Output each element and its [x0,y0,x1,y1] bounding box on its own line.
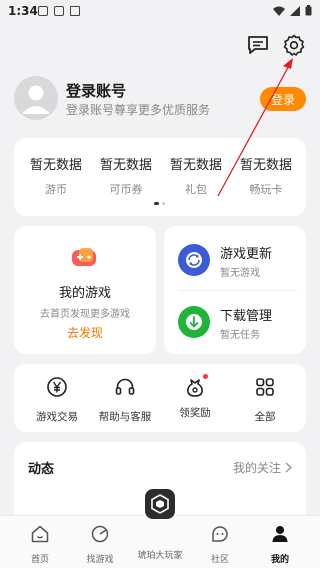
game-update-row[interactable]: 游戏更新 暂无游戏 [178,240,298,280]
stat-label: 游币 [45,183,67,196]
community-icon [212,526,228,542]
updates-card: 游戏更新 暂无游戏 下载管理 暂无任务 [164,226,306,354]
settings-gear-icon[interactable] [282,33,306,57]
my-games-subtitle: 去首页发现更多游戏 [40,309,130,320]
action-help-support[interactable]: 帮助与客服 [90,376,160,424]
battery-icon [305,5,312,16]
quick-actions-card: 游戏交易 帮助与客服 领奖励 全部 [14,364,306,432]
action-game-trade[interactable]: 游戏交易 [22,376,92,424]
stat-coupons[interactable]: 暂无数据 可币券 [86,154,166,197]
yen-circle-icon [47,377,67,397]
nav-home[interactable]: 首页 [8,524,72,565]
game-update-title: 游戏更新 [220,247,273,262]
stat-value: 暂无数据 [99,158,152,173]
nav-profile[interactable]: 我的 [248,524,312,565]
notification-dot [203,374,208,379]
login-title[interactable]: 登录账号 [66,80,126,101]
reward-icon-wrap [184,374,208,398]
nav-label: 找游戏 [86,555,114,565]
stat-coins[interactable]: 暂无数据 游币 [16,154,96,197]
game-update-subtitle: 暂无游戏 [220,268,260,279]
nav-amber-player[interactable]: 琥珀大玩家 [128,524,192,561]
nav-label: 琥珀大玩家 [137,551,183,561]
action-label: 游戏交易 [36,411,78,423]
action-rewards[interactable]: 领奖励 [160,374,230,420]
stat-value: 暂无数据 [239,158,292,173]
login-button[interactable]: 登录 [260,87,306,111]
action-label: 领奖励 [179,407,211,419]
notification-icon [38,6,48,16]
nav-find-games[interactable]: 找游戏 [68,524,132,565]
wallet-stats-card: 暂无数据 游币 暂无数据 可币券 暂无数据 礼包 暂无数据 畅玩卡 [14,138,306,216]
stat-play-cards[interactable]: 暂无数据 畅玩卡 [226,154,306,197]
feed-title: 动态 [28,462,55,477]
gamepad-icon [72,248,96,266]
divider [178,290,298,291]
nav-label: 我的 [270,555,289,565]
my-games-title: 我的游戏 [58,286,111,301]
stat-value: 暂无数据 [169,158,222,173]
home-icon [31,525,49,543]
nav-community[interactable]: 社区 [188,524,252,565]
profile-icon [272,526,288,542]
action-label: 帮助与客服 [98,411,152,423]
notification-icon [54,6,64,16]
amber-logo-icon[interactable] [145,489,175,519]
my-games-card[interactable]: 我的游戏 去首页发现更多游戏 去发现 [14,226,156,354]
nav-label: 首页 [30,555,49,565]
download-manager-row[interactable]: 下载管理 暂无任务 [178,302,298,342]
download-manager-title: 下载管理 [220,309,273,324]
my-follows-label: 我的关注 [232,461,281,475]
stat-label: 畅玩卡 [249,183,283,196]
refresh-icon [178,244,210,276]
headset-icon [115,378,135,395]
my-follows-link[interactable]: 我的关注 [233,459,292,476]
notification-icon [70,6,80,16]
download-manager-subtitle: 暂无任务 [220,330,260,341]
signal-icon [290,5,300,16]
find-game-icon [91,525,109,543]
wifi-icon [273,6,285,16]
action-label: 全部 [254,411,276,423]
page-indicator [154,202,165,205]
discover-link[interactable]: 去发现 [14,324,156,341]
action-all[interactable]: 全部 [230,376,300,424]
default-avatar-icon [22,85,50,114]
status-bar: 1:34 [0,0,320,24]
stat-gift-packs[interactable]: 暂无数据 礼包 [156,154,236,197]
grid-icon [256,378,274,396]
avatar[interactable] [14,76,58,120]
stat-label: 可币券 [109,183,143,196]
stat-value: 暂无数据 [29,158,82,173]
nav-label: 社区 [210,555,229,565]
stat-label: 礼包 [185,183,207,196]
reward-bag-icon [187,379,203,397]
download-icon [178,306,210,338]
bottom-navigation: 首页 找游戏 琥珀大玩家 社区 我的 [0,515,320,568]
login-subtitle: 登录账号尊享更多优质服务 [66,103,211,117]
chevron-right-icon [285,462,292,473]
message-icon[interactable] [246,33,270,57]
status-time: 1:34 [8,4,38,18]
